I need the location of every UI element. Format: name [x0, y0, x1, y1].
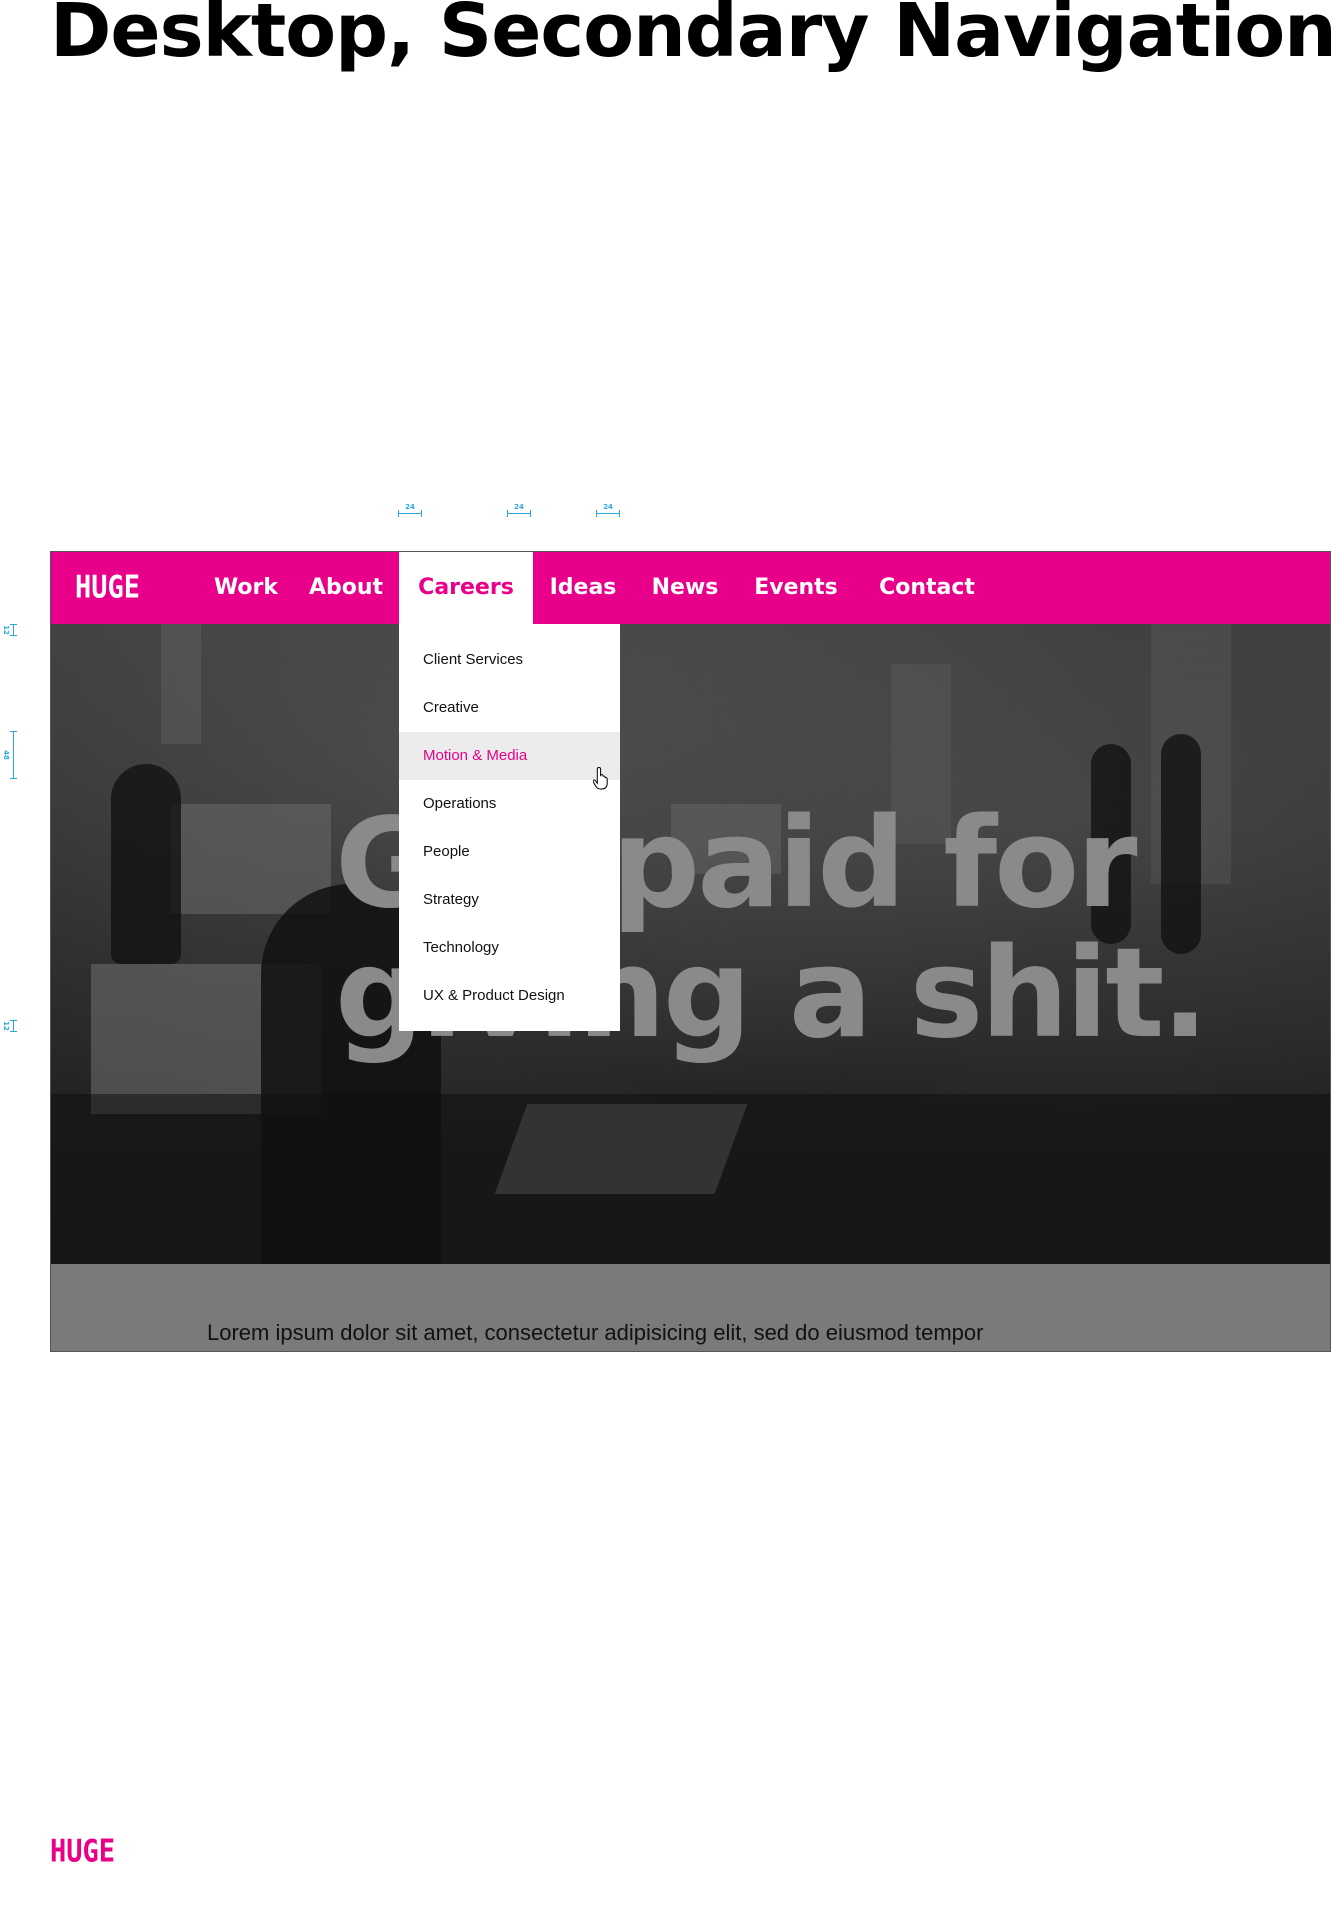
- content-section: Lorem ipsum dolor sit amet, consectetur …: [51, 1264, 1330, 1351]
- huge-logo[interactable]: HUGE: [75, 570, 140, 606]
- body-text: Lorem ipsum dolor sit amet, consectetur …: [207, 1320, 984, 1345]
- nav-item-careers[interactable]: Careers: [399, 552, 533, 624]
- dropdown-item-operations[interactable]: Operations: [399, 780, 620, 828]
- spacing-annotation: 24: [398, 503, 422, 517]
- dropdown-item-motion-media[interactable]: Motion & Media: [399, 732, 620, 780]
- dropdown-item-ux-product-design[interactable]: UX & Product Design: [399, 972, 620, 1020]
- nav-item-events[interactable]: Events: [739, 552, 853, 624]
- nav-item-news[interactable]: News: [635, 552, 735, 624]
- nav-item-contact[interactable]: Contact: [859, 552, 995, 624]
- hand-cursor-icon: [593, 766, 608, 790]
- dropdown-item-technology[interactable]: Technology: [399, 924, 620, 972]
- careers-dropdown-menu: Client Services Creative Motion & Media …: [399, 624, 620, 1031]
- dropdown-item-people[interactable]: People: [399, 828, 620, 876]
- nav-item-work[interactable]: Work: [201, 552, 291, 624]
- footer-huge-logo[interactable]: HUGE: [50, 1834, 115, 1870]
- desktop-mockup: Get paid for giving a shit. Lorem ipsum d…: [50, 551, 1331, 1352]
- spacing-label: 24: [405, 503, 415, 511]
- spacing-annotation: 24: [596, 503, 620, 517]
- nav-item-ideas[interactable]: Ideas: [537, 552, 629, 624]
- spacing-label: 24: [603, 503, 613, 511]
- dropdown-item-client-services[interactable]: Client Services: [399, 636, 620, 684]
- dropdown-item-creative[interactable]: Creative: [399, 684, 620, 732]
- spacing-label: 24: [514, 503, 524, 511]
- hero-image: Get paid for giving a shit.: [51, 624, 1330, 1264]
- spacing-annotation: 12: [0, 624, 17, 636]
- spacing-label: 12: [2, 625, 10, 635]
- spacing-label: 48: [2, 750, 10, 760]
- spacing-annotation: 12: [0, 1020, 17, 1032]
- primary-navigation: HUGE Work About Careers Ideas News Event…: [51, 552, 1330, 624]
- dropdown-item-strategy[interactable]: Strategy: [399, 876, 620, 924]
- spacing-label: 12: [2, 1021, 10, 1031]
- spacing-annotation: 24: [507, 503, 531, 517]
- page-title: Desktop, Secondary Navigation.: [50, 0, 1332, 74]
- nav-item-about[interactable]: About: [296, 552, 396, 624]
- spacing-annotation: 48: [0, 731, 17, 779]
